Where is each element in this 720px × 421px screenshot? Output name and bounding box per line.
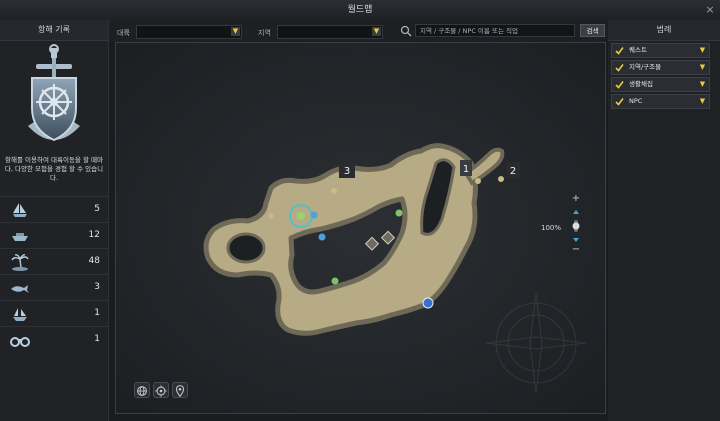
search-button[interactable]: 검색 <box>580 24 605 37</box>
zoom-slider[interactable] <box>571 208 581 244</box>
continent-select[interactable]: ▼ <box>136 25 242 39</box>
sailing-ship-icon <box>13 203 27 217</box>
quest-marker-label: 2 <box>510 166 516 177</box>
npc-icon[interactable] <box>318 233 326 241</box>
globe-icon <box>137 386 147 396</box>
region-select[interactable]: ▼ <box>277 25 383 39</box>
anchor-emblem-icon <box>28 44 80 142</box>
legend-item-label: 퀘스트 <box>629 46 647 54</box>
waypoint-icon[interactable] <box>498 176 504 182</box>
quest-marker-label: 3 <box>344 166 350 177</box>
close-icon[interactable]: × <box>703 3 717 17</box>
legend-item-quest[interactable]: 퀘스트 ▼ <box>611 43 710 58</box>
stat-row-sailing-ship: 5 <box>0 196 108 223</box>
stat-row-binoculars: 1 <box>0 326 108 353</box>
stat-value: 12 <box>88 230 100 240</box>
palm-island-icon <box>11 254 29 271</box>
checkbox-checked-icon[interactable] <box>615 80 624 89</box>
waypoint-icon[interactable] <box>475 178 481 184</box>
legend-item-label: 지역/구조물 <box>629 63 662 71</box>
voyage-description: 항해를 이용하여 대륙이동을 할 때마다, 다양한 모험을 경험 할 수 있습니… <box>4 156 104 182</box>
player-icon <box>297 212 305 220</box>
region-label: 지역 <box>258 29 271 37</box>
world-view-button[interactable] <box>134 382 150 398</box>
waypoint-icon[interactable] <box>268 213 274 219</box>
ship-wreck-icon <box>13 308 27 321</box>
legend-title: 범례 <box>608 20 720 41</box>
checkbox-checked-icon[interactable] <box>615 97 624 106</box>
stat-value: 1 <box>94 308 100 318</box>
chevron-down-icon: ▼ <box>372 27 381 36</box>
quest-marker-label: 1 <box>463 164 469 175</box>
center-on-player-button[interactable] <box>153 382 169 398</box>
chevron-down-icon[interactable]: ▼ <box>698 97 707 106</box>
continent-label: 대륙 <box>117 29 130 37</box>
world-map[interactable]: 1 2 3 <box>116 43 605 413</box>
window-title: 월드맵 <box>347 5 373 15</box>
crosshair-icon <box>155 385 167 397</box>
chevron-down-icon[interactable]: ▼ <box>698 63 707 72</box>
stat-row-ship-wreck: 1 <box>0 300 108 327</box>
stat-row-palm-island: 48 <box>0 248 108 275</box>
stat-value: 1 <box>94 334 100 344</box>
gathering-icon[interactable] <box>395 209 403 217</box>
whale-icon <box>11 285 29 293</box>
checkbox-checked-icon[interactable] <box>615 46 624 55</box>
legend-item-npc[interactable]: NPC ▼ <box>611 94 710 109</box>
boat-icon <box>12 233 28 241</box>
chevron-down-icon: ▼ <box>231 27 240 36</box>
zoom-level: 100% <box>541 224 562 232</box>
quest-marker-2[interactable]: 2 <box>506 162 520 178</box>
legend-item-label: NPC <box>629 97 643 105</box>
stat-row-boat: 12 <box>0 222 108 249</box>
stat-value: 5 <box>94 204 100 214</box>
pin-button[interactable] <box>172 382 188 398</box>
search-icon <box>400 25 412 37</box>
chevron-down-icon[interactable]: ▼ <box>698 80 707 89</box>
zoom-out-button[interactable]: − <box>571 245 581 255</box>
legend-item-label: 생활채집 <box>629 80 653 88</box>
legend-item-gathering[interactable]: 생활채집 ▼ <box>611 77 710 92</box>
zoom-in-button[interactable]: + <box>571 194 581 204</box>
stat-row-whale: 3 <box>0 274 108 301</box>
quest-marker-1[interactable]: 1 <box>460 160 472 176</box>
voyage-panel-title: 항해 기록 <box>0 20 108 41</box>
chevron-down-icon[interactable]: ▼ <box>698 46 707 55</box>
checkbox-checked-icon[interactable] <box>615 63 624 72</box>
search-input[interactable]: 지역 / 구조물 / NPC 이름 또는 직업 <box>415 24 575 37</box>
stat-value: 48 <box>88 256 100 266</box>
map-pin-icon <box>175 385 185 398</box>
quest-marker-3[interactable]: 3 <box>339 162 355 178</box>
gathering-icon[interactable] <box>331 277 339 285</box>
stat-value: 3 <box>94 282 100 292</box>
binoculars-icon <box>10 337 30 347</box>
legend-item-region[interactable]: 지역/구조물 ▼ <box>611 60 710 75</box>
npc-icon[interactable] <box>310 211 318 219</box>
waypoint-icon[interactable] <box>331 188 337 194</box>
portal-icon[interactable] <box>422 297 434 309</box>
